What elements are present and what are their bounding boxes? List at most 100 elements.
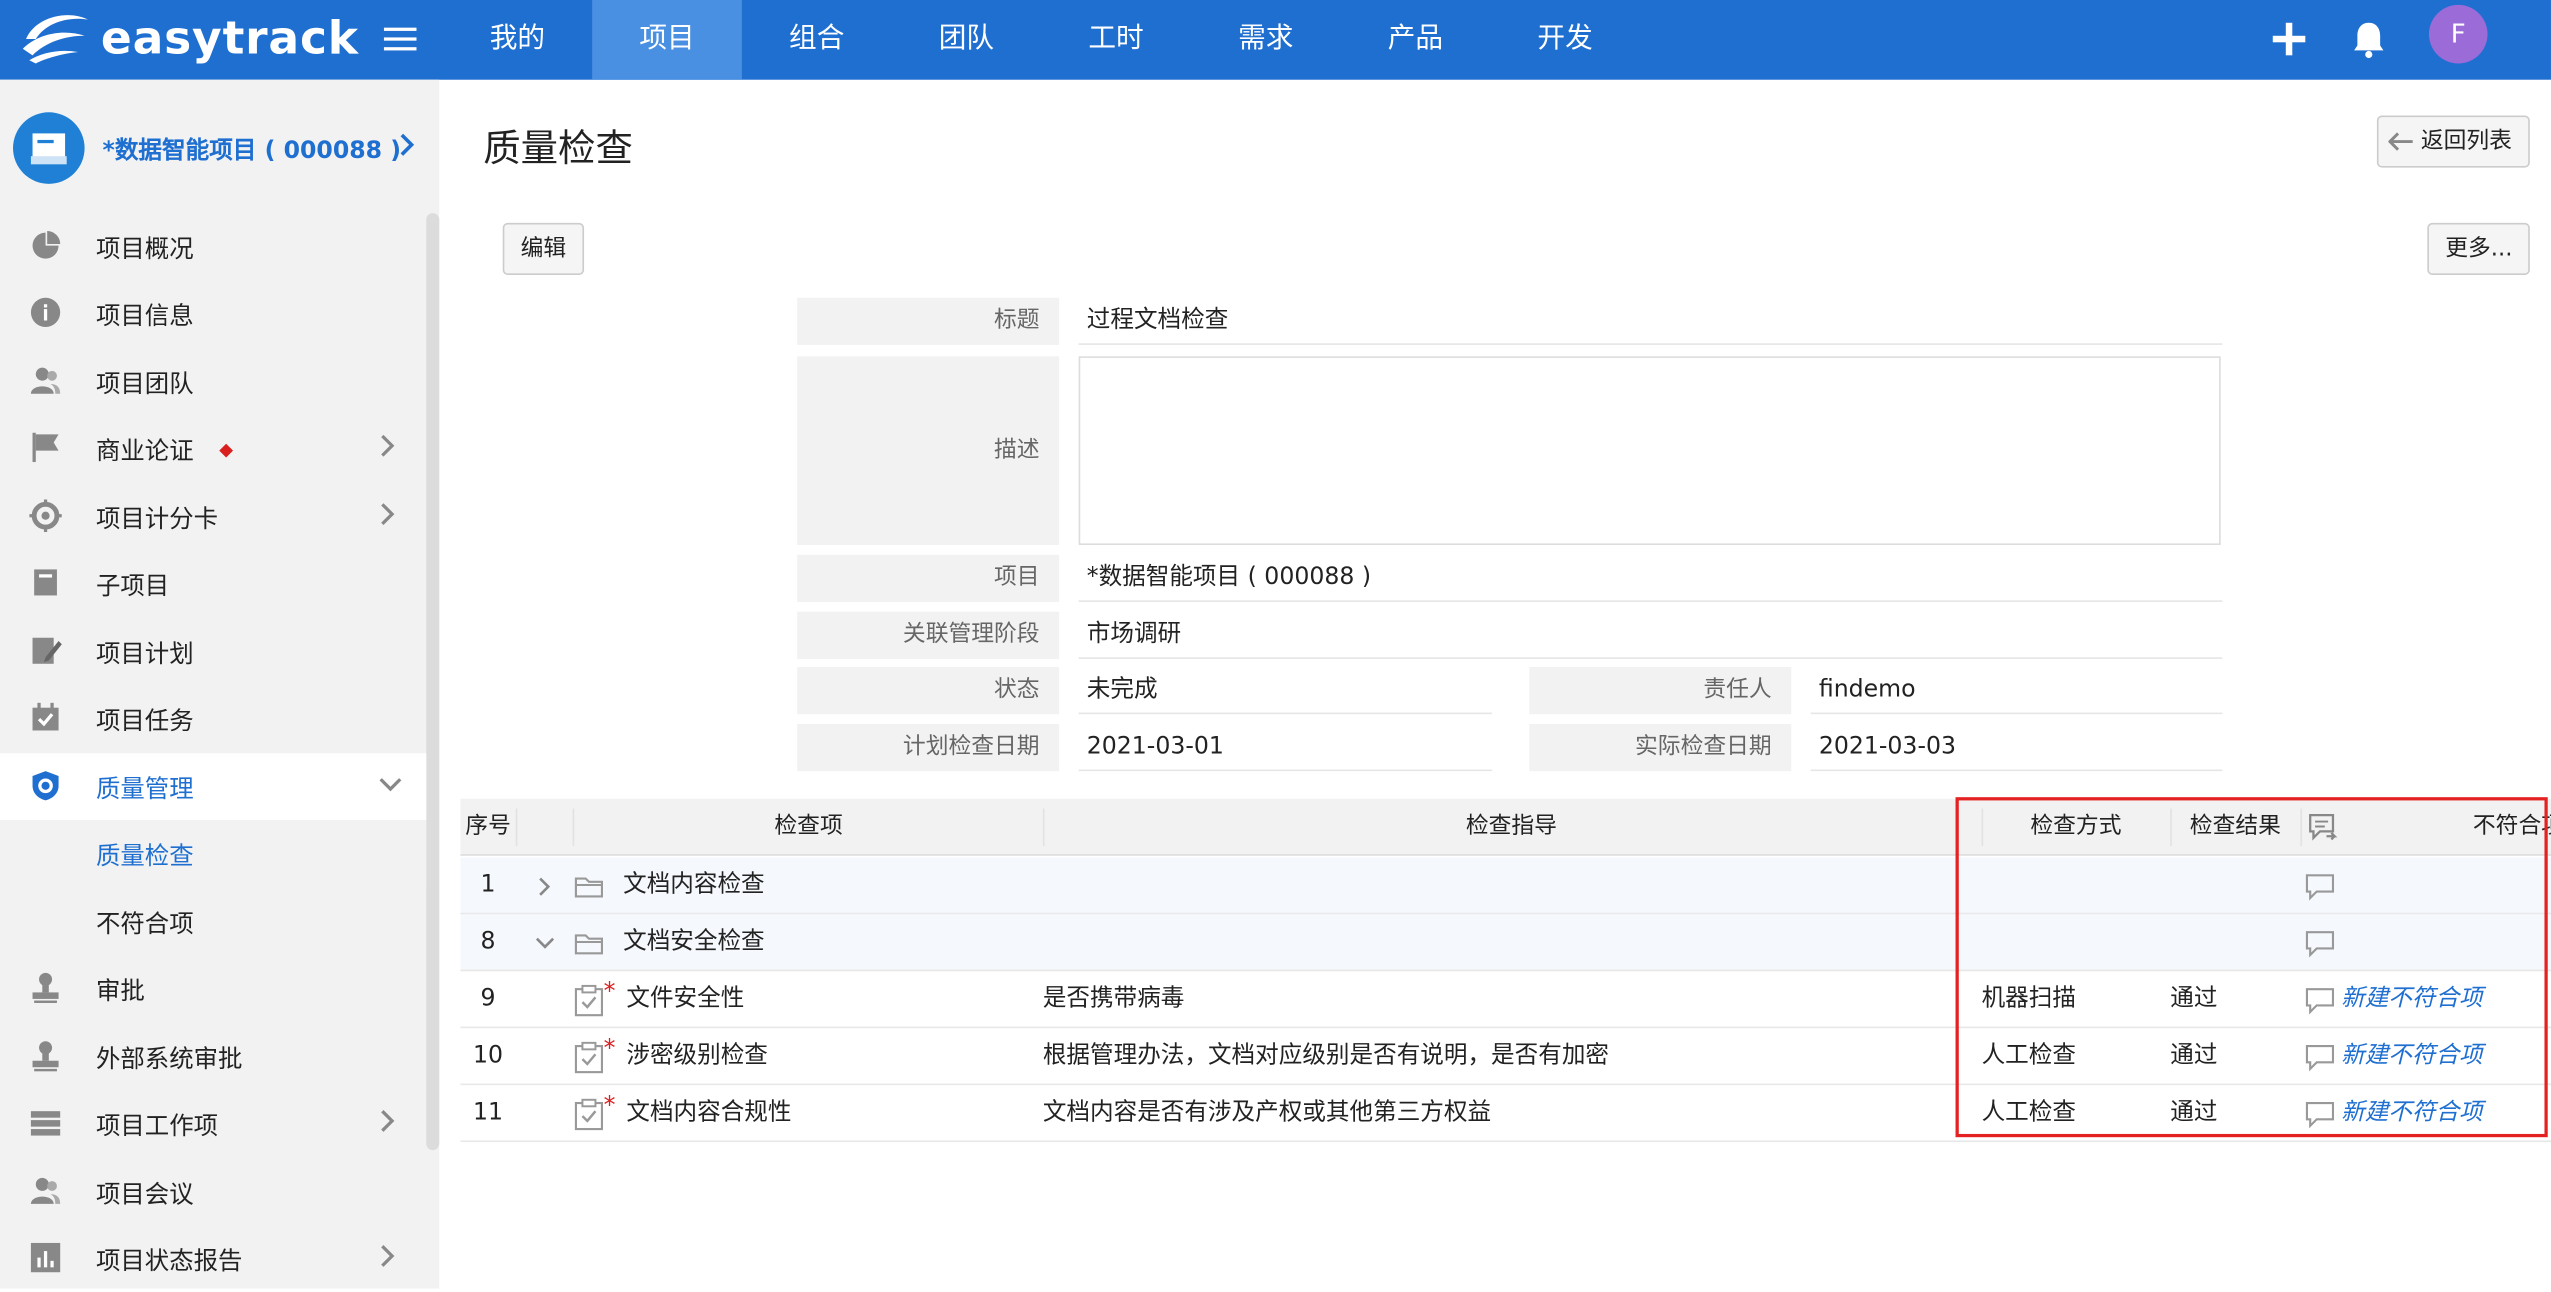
- plan-date-value[interactable]: 2021-03-01: [1078, 724, 1492, 772]
- shield-icon: [32, 771, 59, 801]
- row-result[interactable]: 通过: [2170, 1085, 2217, 1142]
- comment-icon[interactable]: [2305, 1101, 2335, 1129]
- table-row[interactable]: 11 * 文档内容合规性 文档内容是否有涉及产权或其他第三方权益 人工检查 通过…: [460, 1085, 2551, 1143]
- sidebar-item-nonconformity[interactable]: 不符合项: [0, 888, 426, 955]
- calendar-check-icon: [32, 702, 59, 731]
- comment-icon[interactable]: [2305, 988, 2335, 1016]
- phase-value[interactable]: 市场调研: [1078, 612, 2223, 659]
- row-seq: 9: [480, 985, 496, 1012]
- sidebar-item-label: 项目信息: [95, 300, 194, 331]
- comment-icon[interactable]: [2305, 874, 2335, 902]
- nav-item-portfolio[interactable]: 组合: [742, 0, 892, 80]
- arrow-left-icon: [2388, 132, 2413, 151]
- bell-icon[interactable]: [2341, 11, 2396, 66]
- sidebar-item-overview[interactable]: 项目概况: [0, 213, 426, 280]
- sidebar-item-quality-check[interactable]: 质量检查: [0, 819, 427, 887]
- project-switcher[interactable]: *数据智能项目 ( 000088 ): [0, 102, 439, 193]
- add-icon[interactable]: [2261, 11, 2316, 66]
- sidebar-item-subproject[interactable]: 子项目: [0, 550, 426, 617]
- sidebar-item-approval[interactable]: 审批: [0, 955, 426, 1022]
- sidebar-item-label: 项目计划: [95, 639, 194, 669]
- back-to-list-button[interactable]: 返回列表: [2376, 115, 2530, 168]
- sidebar-item-team[interactable]: 项目团队: [0, 348, 426, 415]
- nav-item-mine[interactable]: 我的: [443, 0, 593, 80]
- actual-date-label: 实际检查日期: [1529, 723, 1792, 772]
- nav-item-requirements[interactable]: 需求: [1191, 0, 1341, 80]
- project-avatar: [13, 112, 85, 184]
- nav-item-team[interactable]: 团队: [892, 0, 1042, 80]
- row-seq: 10: [473, 1042, 504, 1069]
- sidebar-item-label: 质量检查: [95, 841, 194, 871]
- column-header-result[interactable]: 检查结果: [2170, 799, 2300, 856]
- table-row[interactable]: 10 * 涉密级别检查 根据管理办法，文档对应级别是否有说明，是否有加密 人工检…: [460, 1028, 2551, 1086]
- row-result[interactable]: 通过: [2170, 1028, 2217, 1085]
- more-button[interactable]: 更多...: [2427, 222, 2531, 275]
- row-method[interactable]: 机器扫描: [1982, 971, 2076, 1028]
- sidebar-item-label: 项目团队: [95, 369, 194, 399]
- sidebar-scrollbar[interactable]: [426, 213, 440, 1151]
- edit-button[interactable]: 编辑: [502, 222, 585, 275]
- new-nonconformity-link[interactable]: 新建不符合项: [2341, 1028, 2483, 1085]
- project-value[interactable]: *数据智能项目 ( 000088 ): [1078, 555, 2223, 602]
- chevron-down-icon[interactable]: [535, 935, 555, 951]
- checklist-icon: [574, 1098, 604, 1131]
- bar-report-icon: [30, 1242, 61, 1273]
- project-label: 项目: [797, 554, 1060, 602]
- column-header-guide[interactable]: 检查指导: [1043, 799, 1980, 856]
- edit-doc-icon: [32, 637, 62, 664]
- user-avatar[interactable]: F: [2428, 4, 2488, 64]
- sidebar-item-work-items[interactable]: 项目工作项: [0, 1090, 426, 1157]
- sidebar-item-label: 项目任务: [95, 706, 194, 736]
- nav-item-product[interactable]: 产品: [1341, 0, 1491, 80]
- back-to-list-label: 返回列表: [2420, 128, 2512, 155]
- sidebar-item-label: 项目概况: [95, 234, 194, 264]
- comment-reply-icon[interactable]: [2307, 812, 2340, 845]
- new-nonconformity-link[interactable]: 新建不符合项: [2341, 1085, 2483, 1142]
- status-label: 状态: [797, 667, 1060, 715]
- comment-icon[interactable]: [2305, 1044, 2335, 1072]
- table-row[interactable]: 1 文档内容检查: [460, 857, 2551, 915]
- row-result[interactable]: 通过: [2170, 971, 2217, 1028]
- row-method[interactable]: 人工检查: [1982, 1085, 2076, 1142]
- column-header-nonconformity[interactable]: 不符合项: [2461, 799, 2551, 856]
- sidebar-item-info[interactable]: 项目信息: [0, 280, 426, 347]
- page-title: 质量检查: [483, 128, 633, 171]
- sidebar-item-meetings[interactable]: 项目会议: [0, 1158, 426, 1225]
- title-value[interactable]: 过程文档检查: [1078, 298, 2223, 345]
- column-header-seq[interactable]: 序号: [460, 799, 515, 856]
- project-box-icon: [30, 133, 67, 165]
- new-nonconformity-link[interactable]: 新建不符合项: [2341, 971, 2483, 1028]
- menu-toggle-icon[interactable]: [383, 21, 417, 57]
- app-name: easytrack: [100, 10, 359, 65]
- nav-item-project[interactable]: 项目: [592, 0, 742, 80]
- actual-date-value[interactable]: 2021-03-03: [1810, 724, 2223, 772]
- chevron-down-icon: [379, 778, 402, 792]
- chevron-right-icon[interactable]: [537, 877, 553, 897]
- sidebar-item-status-report[interactable]: 项目状态报告: [0, 1225, 426, 1292]
- description-field[interactable]: [1078, 356, 2221, 546]
- sidebar-item-tasks[interactable]: 项目任务: [0, 685, 426, 752]
- chevron-right-icon: [381, 503, 395, 526]
- table-row[interactable]: 9 * 文件安全性 是否携带病毒 机器扫描 通过 新建不符合项: [460, 971, 2551, 1029]
- owner-value[interactable]: findemo: [1810, 667, 2223, 715]
- chevron-right-icon: [381, 1110, 395, 1132]
- sidebar-item-external-approval[interactable]: 外部系统审批: [0, 1023, 426, 1090]
- sidebar-item-plan[interactable]: 项目计划: [0, 618, 426, 685]
- chevron-right-icon: [381, 434, 395, 457]
- row-guide: 是否携带病毒: [1042, 985, 1185, 1012]
- flag-icon: [32, 432, 59, 463]
- row-item: 文档内容检查: [623, 872, 765, 899]
- nav-item-development[interactable]: 开发: [1490, 0, 1640, 80]
- status-value[interactable]: 未完成: [1078, 667, 1492, 715]
- sidebar-item-label: 项目会议: [95, 1179, 194, 1209]
- row-method[interactable]: 人工检查: [1982, 1028, 2076, 1085]
- nav-item-timesheet[interactable]: 工时: [1041, 0, 1191, 80]
- column-header-method[interactable]: 检查方式: [1982, 799, 2171, 856]
- app-logo[interactable]: easytrack: [20, 7, 359, 69]
- sidebar-item-quality[interactable]: 质量管理: [0, 753, 427, 820]
- column-header-item[interactable]: 检查项: [574, 799, 1043, 856]
- sidebar-item-business-case[interactable]: 商业论证: [0, 415, 426, 482]
- comment-icon[interactable]: [2305, 931, 2335, 959]
- table-row[interactable]: 8 文档安全检查: [460, 914, 2551, 972]
- sidebar-item-scorecard[interactable]: 项目计分卡: [0, 483, 426, 550]
